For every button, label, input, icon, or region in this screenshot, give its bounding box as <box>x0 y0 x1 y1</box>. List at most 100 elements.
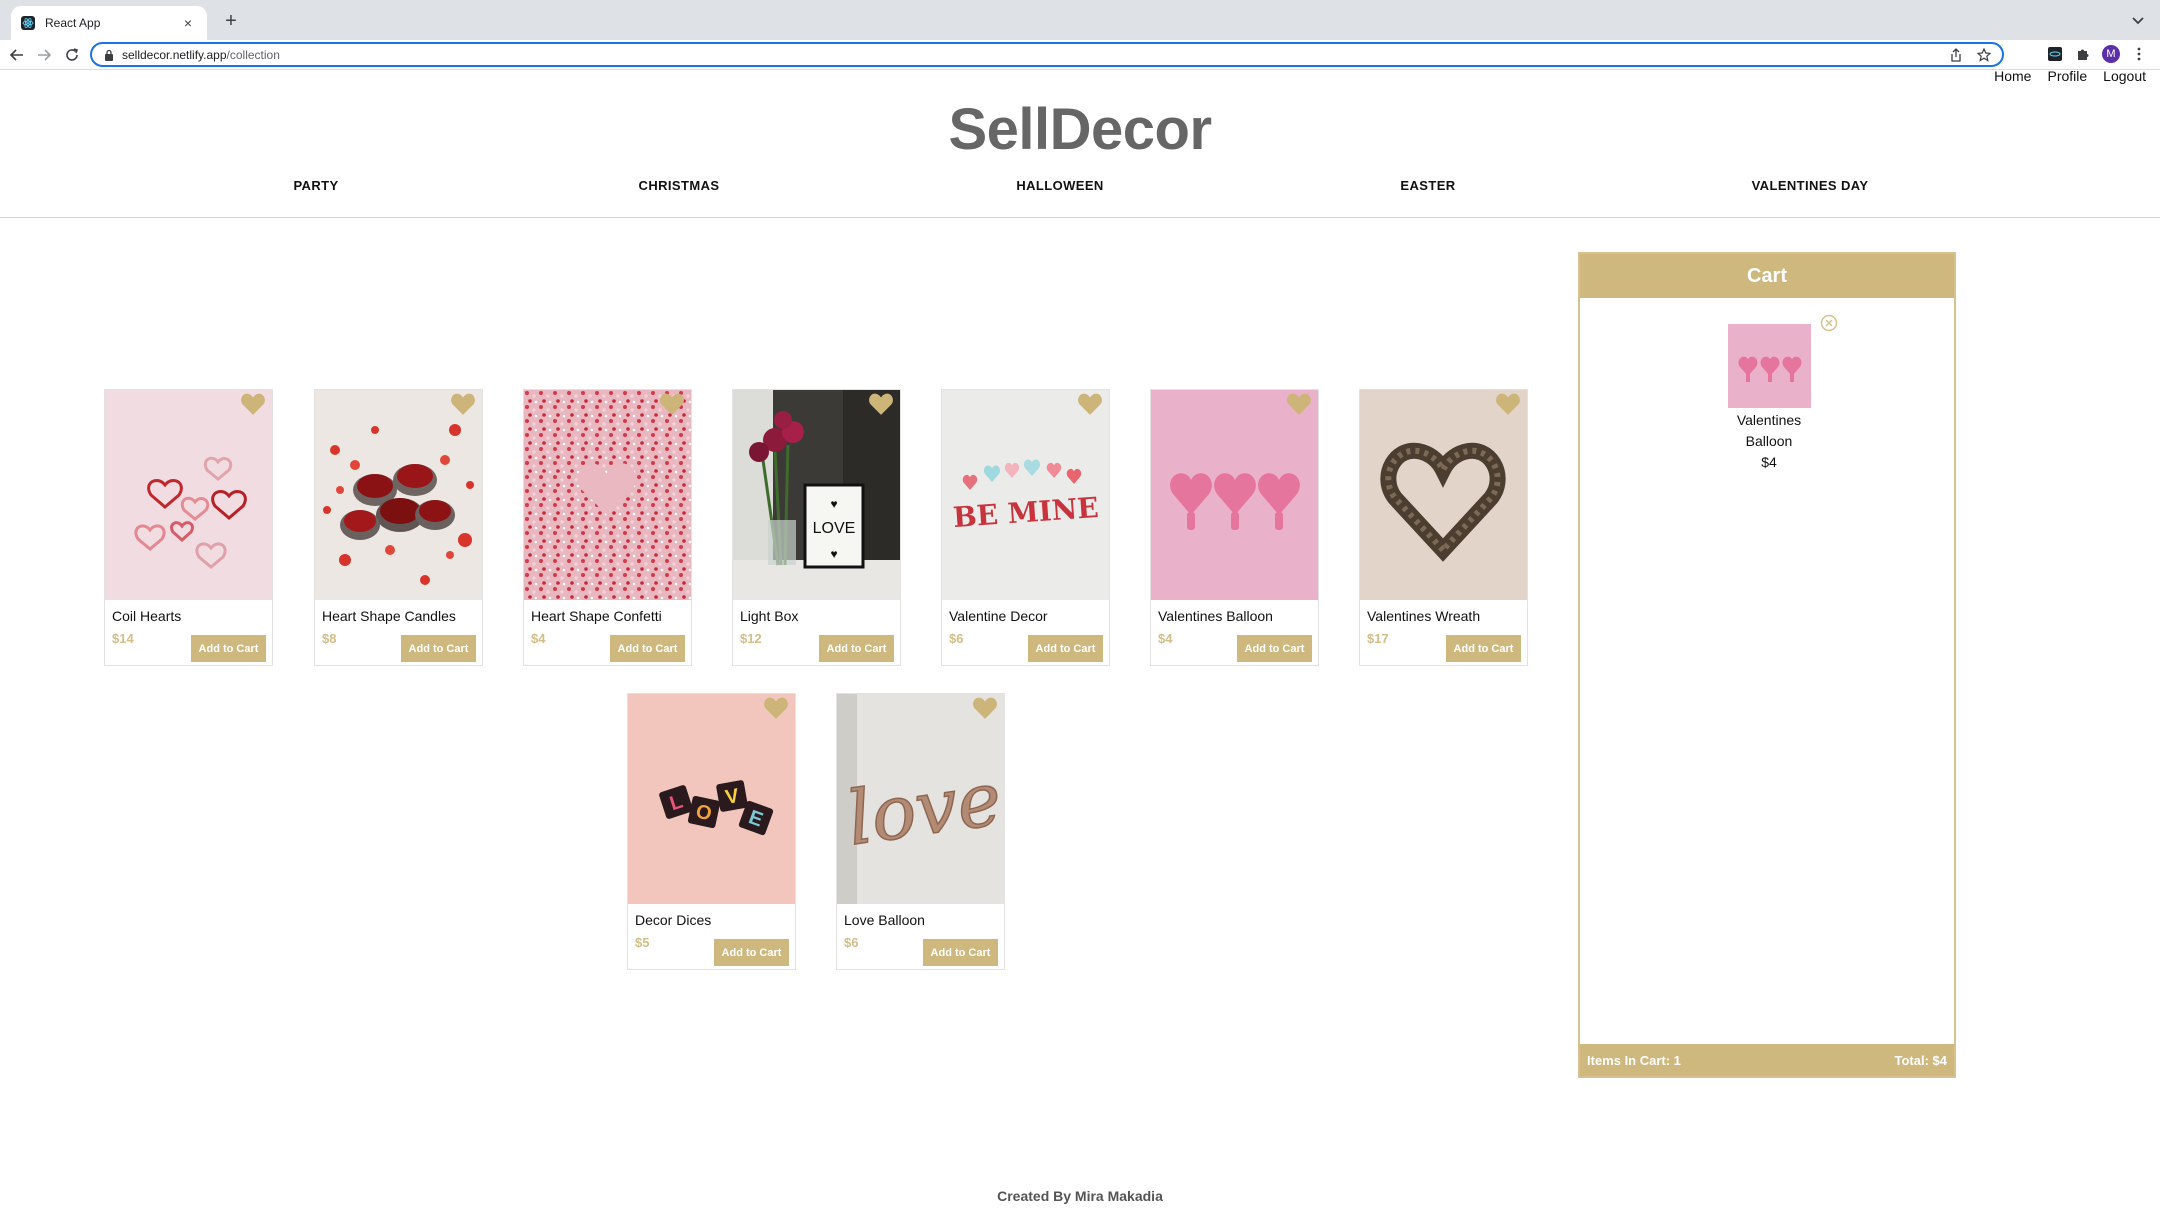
browser-tabstrip: React App × + <box>0 0 2160 40</box>
favorite-heart-icon[interactable] <box>659 392 685 416</box>
favorite-heart-icon[interactable] <box>450 392 476 416</box>
product-title: Coil Hearts <box>112 608 182 624</box>
favorite-heart-icon[interactable] <box>972 696 998 720</box>
product-title: Heart Shape Candles <box>322 608 456 624</box>
back-arrow-icon[interactable] <box>6 44 28 66</box>
product-title: Valentine Decor <box>949 608 1048 624</box>
product-title: Valentines Balloon <box>1158 608 1273 624</box>
favorite-heart-icon[interactable] <box>1286 392 1312 416</box>
url-host: selldecor.netlify.app <box>122 47 227 62</box>
product-title: Love Balloon <box>844 912 925 928</box>
category-easter[interactable]: EASTER <box>1400 178 1455 193</box>
forward-arrow-icon[interactable] <box>33 44 55 66</box>
favorite-heart-icon[interactable] <box>240 392 266 416</box>
product-card: ♥ LOVE ♥ Light Box $12 Add to Cart <box>732 389 901 666</box>
profile-avatar[interactable]: M <box>2102 45 2120 63</box>
category-christmas[interactable]: CHRISTMAS <box>639 178 720 193</box>
reload-icon[interactable] <box>61 44 83 66</box>
product-price: $8 <box>322 631 337 646</box>
favorite-heart-icon[interactable] <box>1495 392 1521 416</box>
site-logo-title[interactable]: SellDecor <box>0 96 2160 163</box>
product-image-love-balloon[interactable]: love <box>837 694 1004 904</box>
bookmark-star-icon[interactable] <box>1976 47 1992 63</box>
logout-link[interactable]: Logout <box>2103 68 2146 84</box>
product-card: L O V E Decor Dices $5 Add to Cart <box>627 693 796 970</box>
tab-close-icon[interactable]: × <box>179 15 197 31</box>
url-path: /collection <box>226 47 280 62</box>
add-to-cart-button[interactable]: Add to Cart <box>610 635 685 662</box>
favorite-heart-icon[interactable] <box>763 696 789 720</box>
product-card: Heart Shape Candles $8 Add to Cart <box>314 389 483 666</box>
product-price: $5 <box>635 935 650 950</box>
extensions-puzzle-icon[interactable] <box>2074 45 2092 63</box>
svg-text:LOVE: LOVE <box>813 520 856 537</box>
product-price: $6 <box>844 935 859 950</box>
product-card: love Love Balloon $6 Add to Cart <box>836 693 1005 970</box>
account-nav: Home Profile Logout <box>1994 68 2146 84</box>
cart-panel: Cart Valentines Balloon $4 Items In Cart… <box>1578 252 1956 1078</box>
browser-tab[interactable]: React App × <box>11 6 207 40</box>
cart-item-count: Items In Cart: 1 <box>1587 1052 1681 1068</box>
remove-item-close-circle-icon[interactable] <box>1820 314 1838 332</box>
product-title: Valentines Wreath <box>1367 608 1481 624</box>
category-nav: PARTY CHRISTMAS HALLOWEEN EASTER VALENTI… <box>0 178 2160 218</box>
lock-icon <box>105 49 113 61</box>
product-image-valentines-balloon[interactable] <box>1151 390 1318 600</box>
browser-toolbar: selldecor.netlify.app/collection M <box>0 40 2160 70</box>
new-tab-button[interactable]: + <box>218 8 244 34</box>
product-image-heart-shape-candles[interactable] <box>315 390 482 600</box>
category-valentines-day[interactable]: VALENTINES DAY <box>1752 178 1869 193</box>
favorite-heart-icon[interactable] <box>1077 392 1103 416</box>
svg-text:♥: ♥ <box>830 497 837 511</box>
product-price: $17 <box>1367 631 1389 646</box>
extension-react-icon[interactable] <box>2046 45 2064 63</box>
cart-item-name: Valentines Balloon <box>1736 412 1802 449</box>
profile-link[interactable]: Profile <box>2047 68 2087 84</box>
cart-summary: Items In Cart: 1 Total: $4 <box>1580 1044 1954 1076</box>
product-price: $6 <box>949 631 964 646</box>
product-card: BE MINE Valentine Decor $6 Add to Cart <box>941 389 1110 666</box>
product-price: $4 <box>1158 631 1173 646</box>
product-price: $4 <box>531 631 546 646</box>
footer-credit: Created By Mira Makadia <box>997 1188 1163 1204</box>
product-card: Valentines Balloon $4 Add to Cart <box>1150 389 1319 666</box>
product-title: Decor Dices <box>635 912 712 928</box>
react-favicon-icon <box>21 16 35 30</box>
tab-search-chevron-icon[interactable] <box>2128 10 2148 30</box>
add-to-cart-button[interactable]: Add to Cart <box>1028 635 1103 662</box>
cart-item-price: $4 <box>1761 454 1777 470</box>
cart-item-image <box>1727 324 1811 408</box>
add-to-cart-button[interactable]: Add to Cart <box>1446 635 1521 662</box>
product-title: Light Box <box>740 608 799 624</box>
share-icon[interactable] <box>1948 47 1964 63</box>
address-bar[interactable]: selldecor.netlify.app/collection <box>90 42 2004 67</box>
product-image-coil-hearts[interactable] <box>105 390 272 600</box>
product-title: Heart Shape Confetti <box>531 608 662 624</box>
product-card: Valentines Wreath $17 Add to Cart <box>1359 389 1528 666</box>
product-price: $12 <box>740 631 762 646</box>
favorite-heart-icon[interactable] <box>868 392 894 416</box>
header-divider <box>0 217 2160 218</box>
cart-title: Cart <box>1580 254 1954 298</box>
svg-text:♥: ♥ <box>830 547 837 561</box>
product-card: Coil Hearts $14 Add to Cart <box>104 389 273 666</box>
add-to-cart-button[interactable]: Add to Cart <box>1237 635 1312 662</box>
add-to-cart-button[interactable]: Add to Cart <box>819 635 894 662</box>
product-image-light-box[interactable]: ♥ LOVE ♥ <box>733 390 900 600</box>
product-card: Heart Shape Confetti $4 Add to Cart <box>523 389 692 666</box>
add-to-cart-button[interactable]: Add to Cart <box>923 939 998 966</box>
product-image-decor-dices[interactable]: L O V E <box>628 694 795 904</box>
home-link[interactable]: Home <box>1994 68 2031 84</box>
cart-total: Total: $4 <box>1894 1052 1948 1068</box>
cart-item: Valentines Balloon $4 <box>1726 324 1812 472</box>
product-image-valentines-wreath[interactable] <box>1360 390 1527 600</box>
category-party[interactable]: PARTY <box>293 178 338 193</box>
product-price: $14 <box>112 631 134 646</box>
product-image-heart-shape-confetti[interactable] <box>524 390 691 600</box>
category-halloween[interactable]: HALLOWEEN <box>1016 178 1103 193</box>
add-to-cart-button[interactable]: Add to Cart <box>191 635 266 662</box>
product-image-valentine-decor[interactable]: BE MINE <box>942 390 1109 600</box>
add-to-cart-button[interactable]: Add to Cart <box>401 635 476 662</box>
browser-menu-icon[interactable] <box>2130 45 2148 63</box>
add-to-cart-button[interactable]: Add to Cart <box>714 939 789 966</box>
